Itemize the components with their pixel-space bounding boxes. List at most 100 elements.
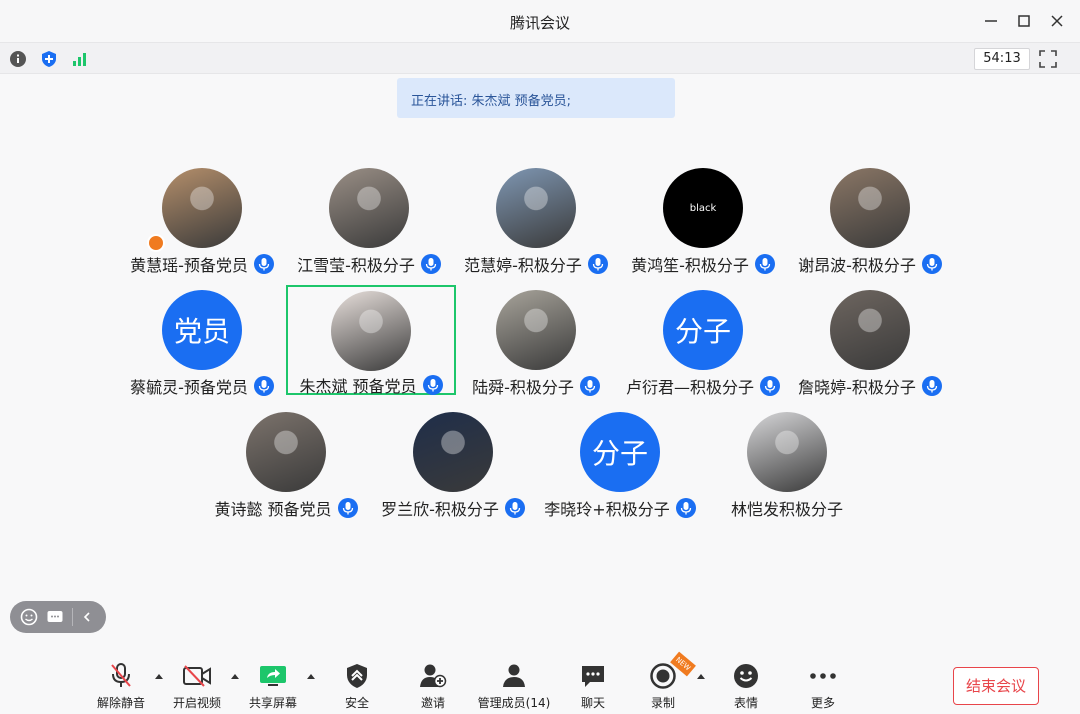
info-button[interactable] <box>7 48 29 70</box>
unmute-button[interactable]: 解除静音 <box>86 662 156 711</box>
participant-nameline: 黄慧瑶-预备党员 <box>107 252 297 276</box>
participant-nameline: 罗兰欣-积极分子 <box>358 496 548 520</box>
participant-avatar: 分子 <box>580 412 660 492</box>
microphone-icon <box>422 375 443 395</box>
microphone-icon <box>921 376 942 396</box>
minimize-icon <box>985 20 997 22</box>
share-screen-button[interactable]: 共享屏幕 <box>238 662 308 711</box>
video-off-icon <box>162 662 232 690</box>
security-shield-icon <box>322 662 392 690</box>
unmute-label: 解除静音 <box>96 696 145 710</box>
microphone-icon <box>504 498 525 518</box>
participant-nameline: 陆舜-积极分子 <box>441 374 631 398</box>
danmaku-icon[interactable] <box>46 608 64 626</box>
microphone-icon <box>754 254 775 274</box>
participant-name: 范慧婷-积极分子 <box>464 256 582 275</box>
invite-button[interactable]: 邀请 <box>398 662 468 711</box>
invite-user-icon <box>398 662 468 690</box>
participant-nameline: 范慧婷-积极分子 <box>441 252 631 276</box>
emoji-icon[interactable] <box>20 608 38 626</box>
participant-nameline: 李晓玲+积极分子 <box>525 496 715 520</box>
participant-avatar <box>830 290 910 370</box>
participant-name: 林恺发积极分子 <box>730 500 843 519</box>
microphone-icon <box>253 254 274 274</box>
participant-nameline: 黄鸿笙-积极分子 <box>608 252 798 276</box>
participant-nameline: 林恺发积极分子 <box>692 496 882 520</box>
participant-tile[interactable]: 黄诗懿 预备党员 <box>201 412 371 522</box>
participant-avatar: 分子 <box>663 290 743 370</box>
meeting-timer: 54:13 <box>974 48 1030 70</box>
participant-tile[interactable]: 分子 李晓玲+积极分子 <box>535 412 705 522</box>
participant-tile[interactable]: 范慧婷-积极分子 <box>451 168 621 278</box>
collapse-icon[interactable] <box>81 610 93 624</box>
participant-name: 黄慧瑶-预备党员 <box>130 256 248 275</box>
participant-tile[interactable]: 罗兰欣-积极分子 <box>368 412 538 522</box>
fullscreen-icon[interactable] <box>1038 49 1058 69</box>
participant-tile[interactable]: 分子卢衍君—积极分子 <box>618 290 788 400</box>
info-icon <box>10 51 26 67</box>
participant-name: 朱杰斌 预备党员 <box>299 377 417 396</box>
chat-label: 聊天 <box>580 696 605 710</box>
host-badge-icon <box>147 234 165 252</box>
manage-members-button[interactable]: 管理成员(14) <box>474 662 554 711</box>
minimize-button[interactable] <box>980 10 1002 32</box>
invite-label: 邀请 <box>420 696 445 710</box>
participant-avatar <box>496 168 576 248</box>
reactions-label: 表情 <box>733 696 758 710</box>
meeting-toolbar: 解除静音 开启视频 共享屏幕 安全 邀请 管理成员(14) 聊天 录制 NEW … <box>0 651 1080 714</box>
mic-off-icon <box>86 662 156 690</box>
shield-icon <box>42 51 56 67</box>
participant-tile[interactable]: 朱杰斌 预备党员 <box>286 285 456 396</box>
close-button[interactable] <box>1046 10 1068 32</box>
title-bar: 腾讯会议 <box>0 0 1080 42</box>
participant-avatar <box>496 290 576 370</box>
participant-nameline: 朱杰斌 预备党员 <box>278 373 464 397</box>
microphone-icon <box>253 376 274 396</box>
participant-name: 詹晓婷-积极分子 <box>798 378 916 397</box>
participant-avatar <box>246 412 326 492</box>
participant-name: 黄诗懿 预备党员 <box>214 500 332 519</box>
participant-tile[interactable]: 林恺发积极分子 <box>702 412 872 522</box>
participant-tile[interactable]: 詹晓婷-积极分子 <box>785 290 955 400</box>
status-bar: 54:13 <box>0 42 1080 74</box>
participant-nameline: 江雪莹-积极分子 <box>274 252 464 276</box>
reactions-button[interactable]: 表情 <box>711 662 781 711</box>
end-meeting-button[interactable]: 结束会议 <box>953 667 1039 705</box>
microphone-icon <box>921 254 942 274</box>
signal-icon <box>73 53 86 66</box>
participant-avatar <box>331 291 411 371</box>
shield-button[interactable] <box>38 48 60 70</box>
share-options-caret-icon[interactable] <box>306 672 316 680</box>
more-button[interactable]: 更多 <box>788 662 858 711</box>
participant-nameline: 詹晓婷-积极分子 <box>775 374 965 398</box>
maximize-button[interactable] <box>1013 10 1035 32</box>
record-options-caret-icon[interactable] <box>696 672 706 680</box>
participant-tile[interactable]: 黄慧瑶-预备党员 <box>117 168 287 278</box>
microphone-icon <box>337 498 358 518</box>
participant-tile[interactable]: 谢昂波-积极分子 <box>785 168 955 278</box>
security-button[interactable]: 安全 <box>322 662 392 711</box>
microphone-icon <box>579 376 600 396</box>
participant-tile[interactable]: black 黄鸿笙-积极分子 <box>618 168 788 278</box>
participant-nameline: 谢昂波-积极分子 <box>775 252 965 276</box>
close-icon <box>1051 15 1063 27</box>
participant-tile[interactable]: 江雪莹-积极分子 <box>284 168 454 278</box>
participant-avatar <box>162 168 242 248</box>
participant-name: 陆舜-积极分子 <box>472 378 574 397</box>
participant-tile[interactable]: 党员 蔡毓灵-预备党员 <box>117 290 287 400</box>
members-icon <box>474 662 554 690</box>
participant-name: 江雪莹-积极分子 <box>297 256 415 275</box>
participant-nameline: 黄诗懿 预备党员 <box>191 496 381 520</box>
floating-controls[interactable] <box>10 601 106 633</box>
participant-name: 黄鸿笙-积极分子 <box>631 256 749 275</box>
participant-name: 卢衍君—积极分子 <box>625 378 754 397</box>
participant-avatar: black <box>663 168 743 248</box>
share-label: 共享屏幕 <box>248 696 297 710</box>
chat-button[interactable]: 聊天 <box>558 662 628 711</box>
share-screen-icon <box>238 662 308 690</box>
start-video-button[interactable]: 开启视频 <box>162 662 232 711</box>
microphone-icon <box>420 254 441 274</box>
chat-icon <box>558 662 628 690</box>
network-button[interactable] <box>69 48 91 70</box>
participant-tile[interactable]: 陆舜-积极分子 <box>451 290 621 400</box>
